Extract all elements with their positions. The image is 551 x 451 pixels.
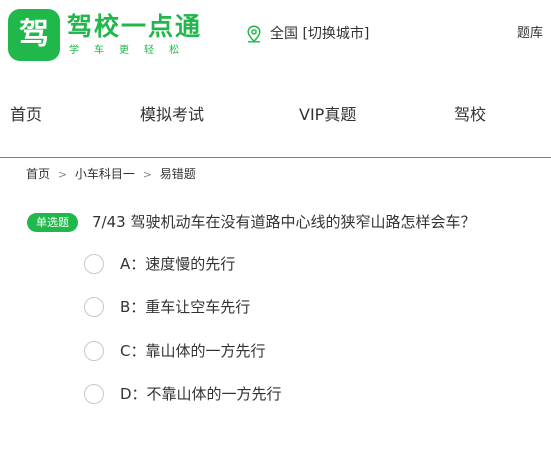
main-nav: 首页 模拟考试 VIP真题 驾校 — [0, 95, 551, 135]
option-label: C：靠山体的一方先行 — [120, 342, 266, 360]
breadcrumb-separator: > — [142, 168, 152, 181]
logo-icon[interactable]: 驾 — [8, 9, 60, 61]
nav-item-driving-school[interactable]: 驾校 — [454, 95, 486, 135]
nav-item-home[interactable]: 首页 — [10, 95, 42, 135]
question-type-badge: 单选题 — [27, 213, 78, 232]
nav-item-vip-questions[interactable]: VIP真题 — [299, 95, 356, 135]
option-label: D：不靠山体的一方先行 — [120, 385, 282, 403]
breadcrumb: 首页 > 小车科目一 > 易错题 — [26, 164, 196, 185]
radio-button[interactable] — [84, 297, 104, 317]
breadcrumb-car-subject-one[interactable]: 小车科目一 — [75, 167, 135, 181]
switch-city-link[interactable]: [切换城市] — [302, 26, 369, 42]
city-selector: 全国 [切换城市] — [270, 25, 369, 43]
breadcrumb-error-prone[interactable]: 易错题 — [160, 167, 196, 181]
option-label: B：重车让空车先行 — [120, 298, 251, 316]
radio-button[interactable] — [84, 384, 104, 404]
current-city[interactable]: 全国 — [270, 26, 298, 42]
question-text: 7/43 驾驶机动车在没有道路中心线的狭窄山路怎样会车？ — [92, 213, 476, 231]
breadcrumb-home[interactable]: 首页 — [26, 167, 50, 181]
radio-button[interactable] — [84, 341, 104, 361]
brand-name[interactable]: 驾校一点通 — [67, 12, 202, 42]
question-bank-link[interactable]: 题库 — [517, 25, 543, 43]
radio-button[interactable] — [84, 254, 104, 274]
location-pin-icon[interactable] — [246, 25, 262, 43]
brand-slogan: 学车更轻松 — [69, 45, 194, 56]
option-label: A：速度慢的先行 — [120, 255, 236, 273]
nav-divider — [0, 157, 551, 158]
site-header: 驾 驾校一点通 学车更轻松 全国 [切换城市] 题库 — [0, 0, 551, 72]
nav-item-mock-exam[interactable]: 模拟考试 — [140, 95, 204, 135]
breadcrumb-separator: > — [57, 168, 68, 181]
